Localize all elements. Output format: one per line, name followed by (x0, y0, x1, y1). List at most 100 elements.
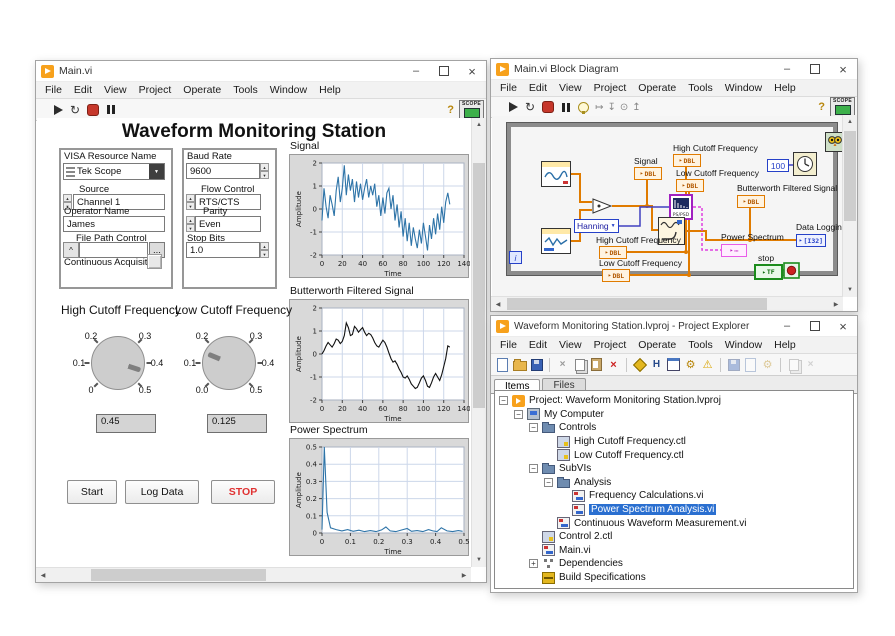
visa-resource-combo[interactable]: Tek Scope (63, 163, 165, 180)
run-continuous-icon[interactable] (70, 103, 80, 117)
menu-window[interactable]: Window (719, 82, 768, 94)
low-cutoff-terminal[interactable]: DBL (676, 179, 704, 192)
close-button[interactable] (829, 59, 857, 79)
pause-icon[interactable] (562, 103, 565, 112)
high-cutoff-knob[interactable]: 0 0.1 0.2 0.3 0.4 0.5 (68, 313, 168, 413)
commit-icon[interactable] (786, 357, 801, 372)
tree-item-frequency-calculations[interactable]: Frequency Calculations.vi (495, 489, 853, 503)
tree-item-subvis[interactable]: SubVIs (495, 462, 853, 476)
daq-assistant-icon[interactable] (541, 161, 571, 187)
low-cutoff-value[interactable]: 0.125 (207, 414, 267, 433)
tree-item-control-2[interactable]: Control 2.ctl (495, 530, 853, 544)
scrollbar-thumb[interactable] (507, 298, 767, 310)
tree-item-high-cutoff-ctl[interactable]: High Cutoff Frequency.ctl (495, 435, 853, 449)
menu-view[interactable]: View (553, 82, 588, 94)
scrollbar-thumb[interactable] (91, 569, 266, 581)
daq-assistant-icon[interactable] (541, 228, 571, 254)
menu-tools[interactable]: Tools (682, 339, 719, 351)
stop-bits-spinner[interactable] (260, 242, 269, 258)
cont-acq-checkbox[interactable] (147, 254, 162, 269)
subvi-owl-icon[interactable] (825, 132, 843, 152)
run-icon[interactable] (509, 102, 518, 112)
path-type-icon[interactable] (63, 242, 79, 258)
window-type-combo[interactable]: Hanning (574, 219, 619, 233)
abort-icon[interactable] (87, 104, 99, 116)
high-cutoff-terminal[interactable]: DBL (673, 154, 701, 167)
menu-file[interactable]: File (494, 339, 523, 351)
minimize-button[interactable] (773, 316, 801, 336)
tree-item-build-specifications[interactable]: Build Specifications (495, 571, 853, 585)
loop-condition-icon[interactable] (783, 262, 800, 279)
settings-gear-icon[interactable] (683, 357, 698, 372)
cut-icon[interactable] (555, 357, 570, 372)
horizontal-scrollbar[interactable]: ◀▶ (491, 296, 843, 311)
baud-field[interactable]: 9600 (186, 163, 260, 179)
scrollbar-thumb[interactable] (844, 131, 856, 221)
minimize-button[interactable] (773, 59, 801, 79)
signal-terminal[interactable]: DBL (634, 167, 662, 180)
abort-icon[interactable] (542, 101, 554, 113)
butterworth-terminal[interactable]: DBL (737, 195, 765, 208)
menu-edit[interactable]: Edit (523, 82, 553, 94)
new-file-icon[interactable] (495, 357, 510, 372)
titlebar[interactable]: Waveform Monitoring Station.lvproj - Pro… (491, 316, 857, 337)
stop-button[interactable]: STOP (211, 480, 275, 504)
scope-badge-icon[interactable]: SCOPE (459, 100, 484, 120)
menu-project[interactable]: Project (588, 82, 633, 94)
titlebar[interactable]: Main.vi Block Diagram (491, 59, 857, 80)
retain-wire-values-icon[interactable]: ↦ (595, 102, 603, 113)
menu-operate[interactable]: Operate (632, 82, 682, 94)
resolve-conflicts-icon[interactable] (632, 357, 647, 372)
menu-edit[interactable]: Edit (68, 84, 98, 96)
dropdown-icon[interactable] (149, 164, 164, 179)
run-continuous-icon[interactable] (525, 100, 535, 114)
highlight-execution-icon[interactable] (578, 102, 589, 113)
maximize-button[interactable] (430, 61, 458, 81)
build-icon[interactable] (726, 357, 741, 372)
high-cutoff-value[interactable]: 0.45 (96, 414, 156, 433)
help-icon[interactable] (818, 101, 825, 113)
scope-badge-icon[interactable]: SCOPE (830, 97, 855, 117)
parity-field[interactable]: Even (195, 216, 261, 232)
run-build-icon[interactable] (760, 357, 775, 372)
menu-project[interactable]: Project (133, 84, 178, 96)
open-folder-icon[interactable] (512, 357, 527, 372)
deploy-icon[interactable] (743, 357, 758, 372)
collapse-icon[interactable] (544, 478, 553, 487)
tree-item-controls[interactable]: Controls (495, 421, 853, 435)
step-over-icon[interactable]: ⊙ (620, 102, 628, 113)
tree-item-my-computer[interactable]: My Computer (495, 408, 853, 422)
tree-item-low-cutoff-ctl[interactable]: Low Cutoff Frequency.ctl (495, 448, 853, 462)
collapse-icon[interactable] (529, 464, 538, 473)
menu-file[interactable]: File (39, 84, 68, 96)
merge-signals-icon[interactable] (592, 198, 612, 214)
vertical-scrollbar[interactable]: ▲▼ (471, 118, 486, 567)
menu-help[interactable]: Help (768, 82, 802, 94)
stop-bits-field[interactable]: 1.0 (186, 242, 260, 258)
save-all-icon[interactable] (529, 357, 544, 372)
horizontal-scrollbar[interactable]: ◀▶ (36, 567, 471, 582)
warnings-icon[interactable] (700, 357, 715, 372)
help-icon[interactable] (447, 104, 454, 116)
tree-item-continuous-waveform[interactable]: Continuous Waveform Measurement.vi (495, 516, 853, 530)
menu-operate[interactable]: Operate (177, 84, 227, 96)
low-cutoff-control-terminal[interactable]: DBL (602, 269, 630, 282)
minimize-button[interactable] (402, 61, 430, 81)
run-icon[interactable] (54, 105, 63, 115)
maximize-button[interactable] (801, 59, 829, 79)
window-dropdown-icon[interactable] (666, 357, 681, 372)
copy-icon[interactable] (572, 357, 587, 372)
low-cutoff-knob[interactable]: 0.0 0.1 0.2 0.3 0.4 0.5 (179, 313, 279, 413)
vertical-scrollbar[interactable]: ▲▼ (842, 115, 857, 297)
menu-tools[interactable]: Tools (682, 82, 719, 94)
tree-item-main-vi[interactable]: Main.vi (495, 544, 853, 558)
titlebar[interactable]: Main.vi (36, 61, 486, 82)
menu-edit[interactable]: Edit (523, 339, 553, 351)
constant-100[interactable]: 100 (767, 159, 789, 172)
maximize-button[interactable] (801, 316, 829, 336)
menu-window[interactable]: Window (264, 84, 313, 96)
menu-view[interactable]: View (553, 339, 588, 351)
tree-item-power-spectrum-analysis[interactable]: Power Spectrum Analysis.vi (495, 503, 853, 517)
collapse-icon[interactable] (499, 396, 508, 405)
menu-help[interactable]: Help (768, 339, 802, 351)
